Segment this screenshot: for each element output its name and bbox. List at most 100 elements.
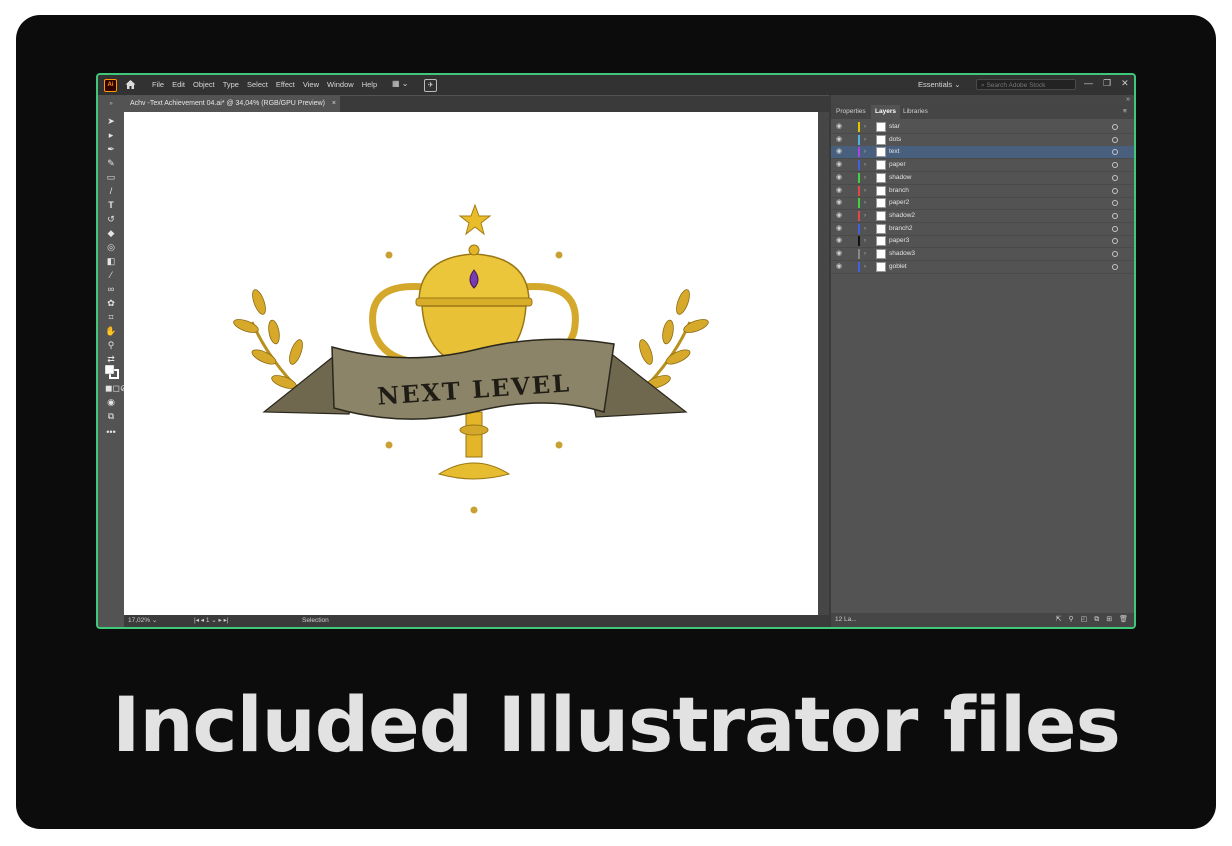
menu-edit[interactable]: Edit — [172, 80, 185, 89]
expand-arrow-icon[interactable]: › — [864, 197, 866, 209]
layer-row[interactable]: ◉ › paper3 — [831, 235, 1134, 249]
zoom-tool-icon[interactable]: ⚲ — [105, 340, 117, 351]
layer-target-icon[interactable] — [1112, 212, 1118, 219]
layer-row[interactable]: ◉ › shadow2 — [831, 210, 1134, 223]
expand-arrow-icon[interactable]: › — [864, 261, 866, 273]
visibility-eye-icon[interactable]: ◉ — [836, 223, 845, 235]
menu-select[interactable]: Select — [247, 80, 268, 89]
color-mode-icon[interactable]: ◼◻⊘ — [105, 383, 127, 394]
zoom-level[interactable]: 17,02% ⌄ — [128, 615, 157, 627]
visibility-eye-icon[interactable]: ◉ — [836, 146, 845, 158]
paintbrush-tool-icon[interactable]: / — [105, 186, 117, 197]
minimize-icon[interactable]: — — [1084, 78, 1093, 89]
menu-effect[interactable]: Effect — [276, 80, 295, 89]
expand-arrow-icon[interactable]: › — [864, 248, 866, 260]
pen-tool-icon[interactable]: ✒ — [105, 144, 117, 155]
layer-row[interactable]: ◉ › branch — [831, 185, 1134, 198]
expand-arrow-icon[interactable]: › — [864, 159, 866, 171]
layer-target-icon[interactable] — [1112, 174, 1118, 181]
layer-target-icon[interactable] — [1112, 124, 1118, 130]
screen-mode-icon[interactable]: ⧉ — [105, 411, 117, 422]
swap-colors-icon[interactable]: ⇄ — [105, 354, 117, 365]
rectangle-tool-icon[interactable]: ▭ — [105, 172, 117, 183]
collapse-icon[interactable]: » — [105, 99, 117, 110]
close-tab-icon[interactable]: × — [332, 96, 336, 112]
curvature-tool-icon[interactable]: ✎ — [105, 158, 117, 169]
visibility-eye-icon[interactable]: ◉ — [836, 159, 845, 171]
layer-row[interactable]: ◉ › branch2 — [831, 223, 1134, 236]
visibility-eye-icon[interactable]: ◉ — [836, 235, 845, 247]
selection-tool-icon[interactable]: ➤ — [105, 116, 117, 127]
new-sublayer-icon[interactable]: ⧉ — [1094, 613, 1099, 627]
shape-builder-icon[interactable]: ◎ — [105, 242, 117, 253]
layer-target-icon[interactable] — [1112, 200, 1118, 207]
visibility-eye-icon[interactable]: ◉ — [836, 197, 845, 209]
visibility-eye-icon[interactable]: ◉ — [836, 121, 845, 133]
expand-arrow-icon[interactable]: › — [864, 146, 866, 158]
rotate-tool-icon[interactable]: ↺ — [105, 214, 117, 225]
panel-collapse-icon[interactable]: » — [831, 95, 1134, 105]
layer-row[interactable]: ◉ › text — [831, 146, 1134, 160]
restore-icon[interactable]: ❐ — [1103, 78, 1111, 89]
expand-arrow-icon[interactable]: › — [864, 172, 866, 184]
home-icon[interactable] — [124, 78, 137, 91]
tab-properties[interactable]: Properties — [836, 105, 866, 119]
layer-target-icon[interactable] — [1112, 149, 1118, 156]
menu-object[interactable]: Object — [193, 80, 215, 89]
artboard-tool-icon[interactable]: ⌗ — [105, 312, 117, 323]
visibility-eye-icon[interactable]: ◉ — [836, 248, 845, 260]
layer-target-icon[interactable] — [1112, 162, 1118, 169]
panel-menu-icon[interactable]: ≡ — [1123, 105, 1127, 119]
locate-object-icon[interactable]: ⚲ — [1068, 613, 1073, 627]
arrange-documents-icon[interactable]: ▦ ⌄ — [392, 79, 412, 90]
expand-arrow-icon[interactable]: › — [864, 235, 866, 247]
tab-libraries[interactable]: Libraries — [903, 105, 928, 119]
tab-layers[interactable]: Layers — [871, 105, 900, 119]
menu-help[interactable]: Help — [362, 80, 377, 89]
vertical-scrollbar[interactable] — [818, 112, 829, 615]
artboard[interactable]: NEXT LEVEL — [124, 112, 818, 615]
visibility-eye-icon[interactable]: ◉ — [836, 172, 845, 184]
more-tools-icon[interactable]: ••• — [105, 427, 117, 438]
document-tab[interactable]: Achv -Text Achievement 04.ai* @ 34,04% (… — [124, 96, 340, 112]
layer-target-icon[interactable] — [1112, 187, 1118, 194]
new-layer-icon[interactable]: ⊞ — [1106, 613, 1112, 627]
expand-arrow-icon[interactable]: › — [864, 185, 866, 197]
close-window-icon[interactable]: ✕ — [1121, 78, 1129, 89]
layer-target-icon[interactable] — [1112, 251, 1118, 257]
visibility-eye-icon[interactable]: ◉ — [836, 134, 845, 146]
draw-mode-icon[interactable]: ◉ — [105, 397, 117, 408]
fill-stroke-swatch[interactable] — [104, 364, 119, 379]
layer-target-icon[interactable] — [1112, 136, 1118, 143]
search-stock-input[interactable]: ⌕ Search Adobe Stock — [976, 79, 1076, 90]
layer-target-icon[interactable] — [1112, 225, 1118, 232]
layer-row[interactable]: ◉ › dots — [831, 134, 1134, 147]
eyedropper-tool-icon[interactable]: ⁄ — [105, 270, 117, 281]
menu-window[interactable]: Window — [327, 80, 354, 89]
hand-tool-icon[interactable]: ✋ — [105, 326, 117, 337]
type-tool-icon[interactable]: T — [105, 200, 117, 211]
blend-tool-icon[interactable]: ∞ — [105, 284, 117, 295]
layer-row[interactable]: ◉ › shadow3 — [831, 248, 1134, 261]
visibility-eye-icon[interactable]: ◉ — [836, 210, 845, 222]
menu-file[interactable]: File — [152, 80, 164, 89]
gradient-tool-icon[interactable]: ◧ — [105, 256, 117, 267]
symbol-sprayer-icon[interactable]: ✿ — [105, 298, 117, 309]
visibility-eye-icon[interactable]: ◉ — [836, 185, 845, 197]
layer-target-icon[interactable] — [1112, 263, 1118, 270]
artboard-navigator[interactable]: |◂ ◂ 1 ⌄ ▸ ▸| — [194, 615, 229, 627]
visibility-eye-icon[interactable]: ◉ — [836, 261, 845, 273]
menu-view[interactable]: View — [303, 80, 319, 89]
delete-layer-icon[interactable]: 🗑 — [1119, 613, 1128, 627]
layer-row[interactable]: ◉ › shadow — [831, 172, 1134, 185]
canvas-area[interactable]: NEXT LEVEL — [124, 112, 829, 615]
layer-row[interactable]: ◉ › paper — [831, 159, 1134, 173]
export-icon[interactable]: ⇱ — [1056, 613, 1062, 627]
clipping-mask-icon[interactable]: ◰ — [1081, 613, 1088, 627]
direct-selection-tool-icon[interactable]: ▸ — [105, 130, 117, 141]
expand-arrow-icon[interactable]: › — [864, 134, 866, 146]
expand-arrow-icon[interactable]: › — [864, 121, 866, 133]
eraser-tool-icon[interactable]: ◆ — [105, 228, 117, 239]
layer-row[interactable]: ◉ › star — [831, 121, 1134, 134]
layer-row[interactable]: ◉ › paper2 — [831, 197, 1134, 211]
